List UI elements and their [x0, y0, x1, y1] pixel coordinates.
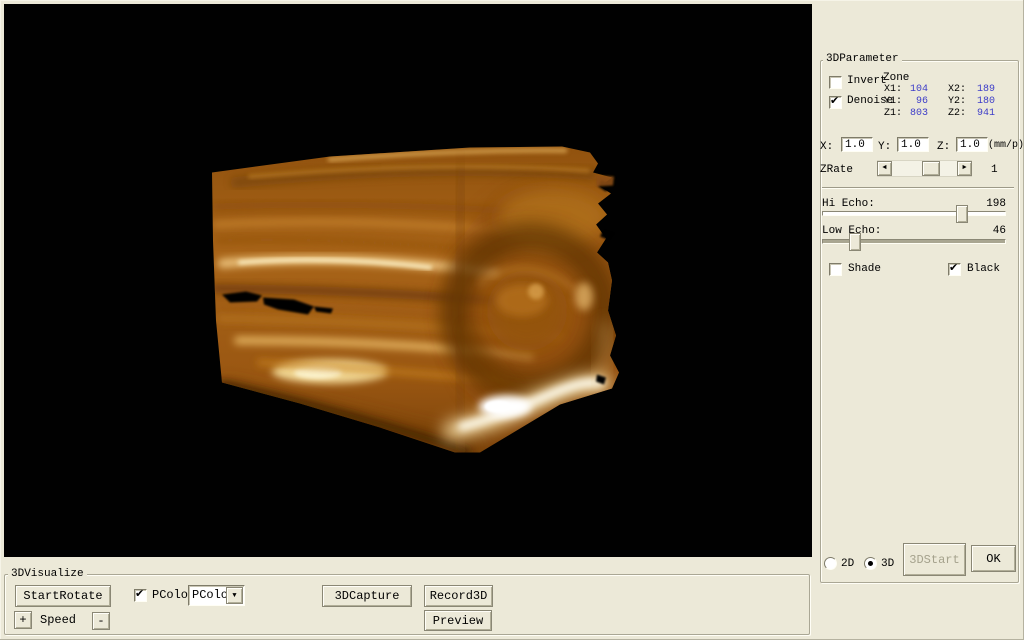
hi-echo-label: Hi Echo:: [822, 198, 875, 210]
speed-label: Speed: [40, 614, 76, 626]
scale-z-label: Z:: [937, 141, 950, 153]
zone-title: Zone: [883, 72, 909, 84]
mode-2d-radio[interactable]: [824, 557, 837, 570]
black-checkbox[interactable]: [948, 263, 961, 276]
zone-y1-value: 96: [898, 96, 928, 107]
speed-minus-button[interactable]: -: [92, 612, 110, 630]
black-label: Black: [967, 263, 1000, 275]
zrate-scrollbar[interactable]: [877, 160, 972, 177]
capture-3d-button[interactable]: 3DCapture: [322, 585, 412, 607]
denoise-checkbox[interactable]: [829, 96, 842, 109]
shade-checkbox[interactable]: [829, 263, 842, 276]
low-echo-value: 46: [950, 225, 1006, 237]
render-viewport[interactable]: [4, 4, 812, 557]
visualize-group-title: 3DVisualize: [8, 568, 87, 580]
zone-y2-value: 180: [962, 96, 995, 107]
mode-3d-radio[interactable]: [864, 557, 877, 570]
chevron-down-icon[interactable]: [226, 587, 243, 604]
invert-label: Invert: [847, 75, 887, 87]
hi-echo-slider[interactable]: [822, 211, 1006, 216]
speed-plus-button[interactable]: +: [14, 611, 32, 629]
zone-x1-value: 104: [898, 84, 928, 95]
zone-z1-value: 803: [898, 108, 928, 119]
low-echo-thumb[interactable]: [849, 233, 861, 251]
zrate-value: 1: [991, 164, 998, 176]
parameter-group-title: 3DParameter: [823, 53, 902, 65]
scale-z-input[interactable]: [956, 137, 988, 152]
zrate-label: ZRate: [820, 164, 853, 176]
zrate-left-arrow-icon[interactable]: [877, 161, 892, 176]
scale-unit-label: (mm/p): [988, 140, 1024, 151]
separator: [822, 187, 1014, 189]
pcolor-checkbox[interactable]: [134, 589, 147, 602]
start-3d-button[interactable]: 3DStart: [903, 543, 966, 576]
start-rotate-button[interactable]: StartRotate: [15, 585, 111, 607]
mode-3d-label: 3D: [881, 558, 894, 570]
scale-x-input[interactable]: [841, 137, 873, 152]
preview-button[interactable]: Preview: [424, 610, 492, 631]
mode-2d-label: 2D: [841, 558, 854, 570]
zone-x2-value: 189: [962, 84, 995, 95]
record-3d-button[interactable]: Record3D: [424, 585, 493, 607]
volume-render: [4, 4, 812, 557]
hi-echo-thumb[interactable]: [956, 205, 968, 223]
app-window: 3DParameter Invert Denoise Zone X1: 104 …: [0, 0, 1024, 640]
zrate-right-arrow-icon[interactable]: [957, 161, 972, 176]
invert-checkbox[interactable]: [829, 76, 842, 89]
scale-x-label: X:: [820, 141, 833, 153]
shade-label: Shade: [848, 263, 881, 275]
scale-y-input[interactable]: [897, 137, 929, 152]
ok-button[interactable]: OK: [971, 545, 1016, 572]
zrate-thumb[interactable]: [922, 161, 940, 176]
scale-y-label: Y:: [878, 141, 891, 153]
zone-z2-value: 941: [962, 108, 995, 119]
pcolor-select[interactable]: PColor: [188, 585, 245, 606]
